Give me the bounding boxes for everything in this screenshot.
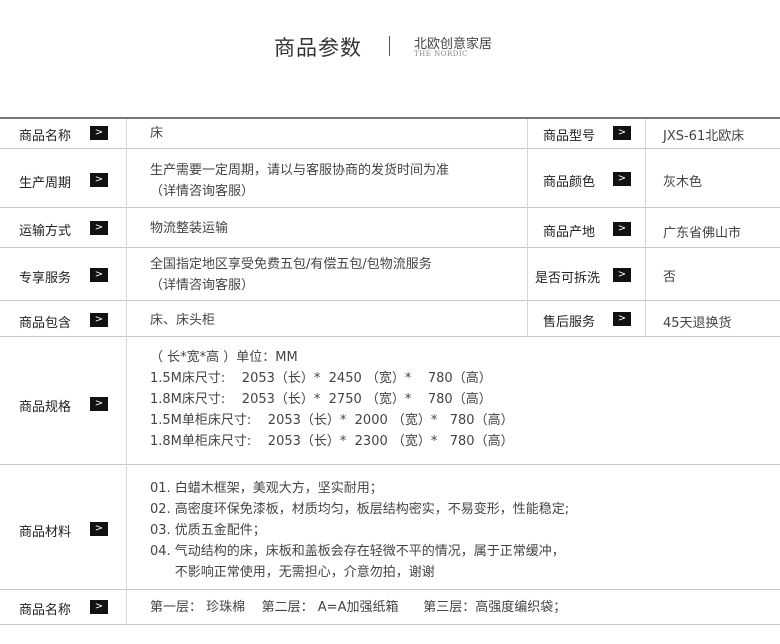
value-line: （ 长*宽*高 ）单位：MM (150, 350, 298, 365)
row-label-2: 售后服务 (543, 315, 596, 330)
row-label: 商品材料 (19, 525, 72, 540)
row-value: （ 长*宽*高 ）单位：MM 1.5M床尺寸: 2053（长）* 2450 （宽… (150, 347, 514, 452)
column-divider (126, 119, 127, 624)
row-value-2: JXS-61北欧床 (663, 129, 745, 144)
row-label: 商品名称 (19, 129, 72, 144)
value-line: 不影响正常使用，无需担心，介意勿拍，谢谢 (150, 565, 435, 580)
row-divider (0, 300, 780, 301)
value-line: 1.8M单柜床尺寸: 2053（长）* 2300 （宽）* 780（高） (150, 434, 514, 449)
value-line: 02. 高密度环保免漆板，材质均匀，板层结构密实，不易变形，性能稳定; (150, 502, 570, 517)
table-bottom-border (0, 624, 780, 625)
arrow-icon: > (90, 173, 108, 187)
arrow-icon: > (613, 268, 631, 282)
row-value: 生产需要一定周期，请以与客服协商的发货时间为准 （详情咨询客服） (150, 160, 449, 202)
arrow-icon: > (90, 313, 108, 327)
row-label-2: 商品型号 (543, 129, 596, 144)
arrow-icon: > (613, 126, 631, 140)
row-label-2: 是否可拆洗 (535, 271, 601, 286)
row-value: 第一层： 珍珠棉 第二层： A=A加强纸箱 第三层：高强度编织袋； (150, 600, 567, 615)
row-value: 01. 白蜡木框架，美观大方，坚实耐用； 02. 高密度环保免漆板，材质均匀，板… (150, 478, 569, 583)
arrow-icon: > (90, 397, 108, 411)
row-divider (0, 247, 780, 248)
value-line: 1.5M床尺寸: 2053（长）* 2450 （宽）* 780（高） (150, 371, 492, 386)
row-label-2: 商品颜色 (543, 175, 596, 190)
value-line: 04. 气动结构的床，床板和盖板会存在轻微不平的情况，属于正常缓冲， (150, 544, 565, 559)
arrow-icon: > (90, 522, 108, 536)
value-line: 03. 优质五金配件； (150, 523, 266, 538)
brand-subtitle: THE NORDIC (414, 50, 468, 58)
row-label: 商品规格 (19, 400, 72, 415)
value-line: 01. 白蜡木框架，美观大方，坚实耐用； (150, 481, 383, 496)
value-line: 1.5M单柜床尺寸: 2053（长）* 2000 （宽）* 780（高） (150, 413, 514, 428)
row-label: 商品名称 (19, 603, 72, 618)
arrow-icon: > (90, 126, 108, 140)
row-value: 床、床头柜 (150, 313, 216, 328)
row-divider (0, 336, 780, 337)
arrow-icon: > (90, 600, 108, 614)
column-divider (645, 119, 646, 336)
row-divider (0, 589, 780, 590)
row-label: 生产周期 (19, 176, 72, 191)
arrow-icon: > (90, 268, 108, 282)
row-value-2: 广东省佛山市 (663, 226, 742, 241)
header-divider (389, 36, 390, 56)
page-title: 商品参数 (274, 36, 362, 60)
row-divider (0, 148, 780, 149)
value-line: 生产需要一定周期，请以与客服协商的发货时间为准 (150, 163, 450, 178)
arrow-icon: > (613, 222, 631, 236)
value-line: （详情咨询客服） (150, 184, 255, 199)
column-divider (527, 119, 528, 336)
row-label: 运输方式 (19, 224, 72, 239)
value-line: （详情咨询客服） (150, 278, 255, 293)
arrow-icon: > (613, 312, 631, 326)
row-divider (0, 464, 780, 465)
value-line: 1.8M床尺寸: 2053（长）* 2750 （宽）* 780（高） (150, 392, 492, 407)
row-value: 全国指定地区享受免费五包/有偿五包/包物流服务 （详情咨询客服） (150, 254, 432, 296)
table-top-border (0, 117, 780, 119)
value-line: 全国指定地区享受免费五包/有偿五包/包物流服务 (150, 257, 432, 272)
page-header: 商品参数 北欧创意家居 THE NORDIC (0, 0, 780, 115)
row-value-2: 灰木色 (663, 175, 703, 190)
row-label: 专享服务 (19, 271, 72, 286)
row-value: 床 (150, 126, 164, 141)
row-value-2: 否 (663, 270, 677, 285)
arrow-icon: > (90, 221, 108, 235)
row-value-2: 45天退换货 (663, 316, 732, 331)
row-divider (0, 207, 780, 208)
arrow-icon: > (613, 172, 631, 186)
row-value: 物流整装运输 (150, 221, 229, 236)
row-label-2: 商品产地 (543, 225, 596, 240)
row-label: 商品包含 (19, 316, 72, 331)
